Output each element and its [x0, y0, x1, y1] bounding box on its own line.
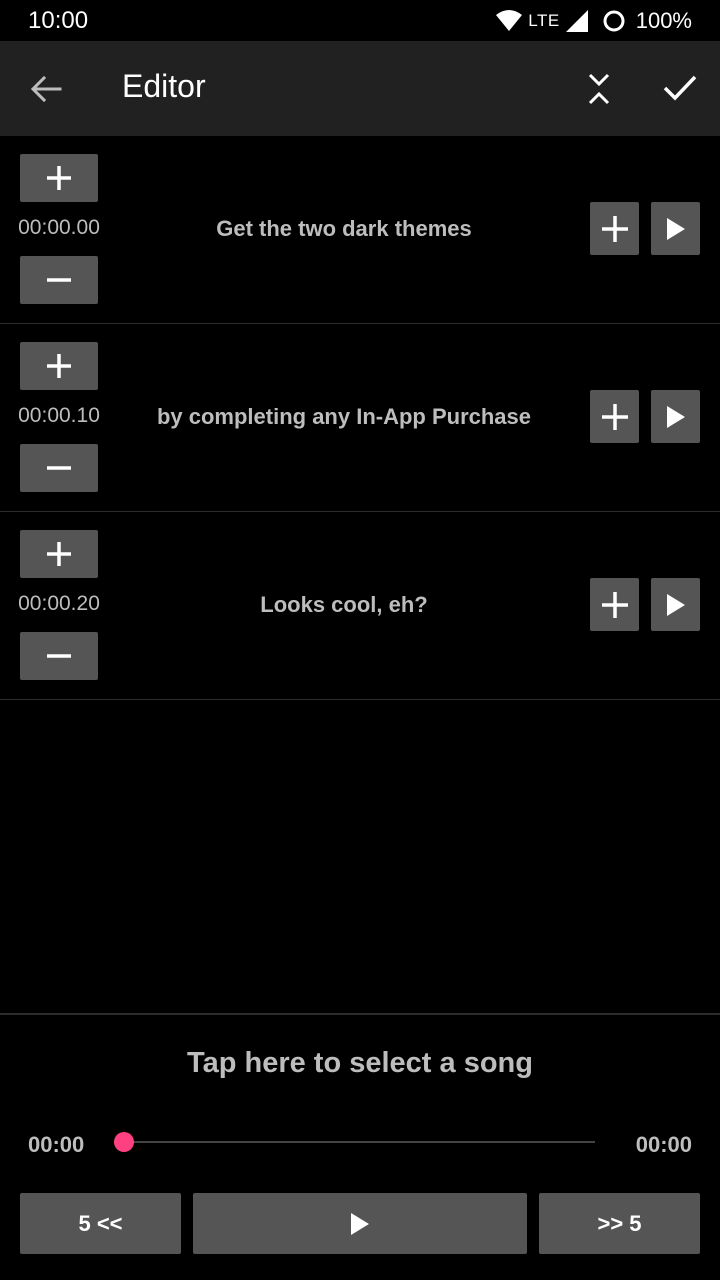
play-line-button[interactable] — [651, 390, 700, 443]
minus-icon — [47, 654, 71, 658]
select-song-button[interactable]: Tap here to select a song — [0, 1047, 720, 1080]
increase-time-button[interactable] — [20, 342, 98, 390]
minus-icon — [47, 278, 71, 282]
minus-icon — [47, 466, 71, 470]
done-button[interactable] — [662, 73, 698, 103]
play-icon — [666, 405, 685, 428]
plus-icon — [47, 166, 71, 190]
increase-time-button[interactable] — [20, 530, 98, 578]
collapse-icon — [588, 73, 610, 105]
lyric-row: 00:00.20 Looks cool, eh? — [0, 512, 720, 700]
status-time: 10:00 — [28, 6, 89, 34]
lyric-time: 00:00.00 — [18, 216, 100, 239]
play-button[interactable] — [193, 1193, 527, 1254]
plus-icon — [601, 591, 628, 618]
decrease-time-button[interactable] — [20, 444, 98, 492]
app-bar: Editor — [0, 41, 720, 136]
add-line-button[interactable] — [590, 202, 639, 255]
play-icon — [666, 593, 685, 616]
add-line-button[interactable] — [590, 390, 639, 443]
page-title: Editor — [122, 68, 206, 104]
battery-ring-icon — [603, 10, 625, 31]
total-time: 00:00 — [635, 1132, 692, 1157]
rewind-5-button[interactable]: 5 << — [20, 1193, 181, 1254]
play-line-button[interactable] — [651, 578, 700, 631]
decrease-time-button[interactable] — [20, 256, 98, 304]
battery-level: 100% — [635, 7, 692, 33]
back-button[interactable] — [28, 73, 64, 105]
increase-time-button[interactable] — [20, 154, 98, 202]
arrow-back-icon — [30, 75, 62, 103]
editor-screen: 10:00 LTE 100% Editor 00:00.00 Get the t… — [0, 0, 720, 1280]
lyric-row: 00:00.00 Get the two dark themes — [0, 136, 720, 324]
lyric-time: 00:00.10 — [18, 404, 100, 427]
current-time: 00:00 — [28, 1132, 85, 1157]
play-icon — [351, 1212, 369, 1235]
check-icon — [663, 75, 697, 101]
wifi-icon — [496, 9, 523, 31]
lyric-text[interactable]: Get the two dark themes — [118, 216, 570, 242]
lyric-list: 00:00.00 Get the two dark themes 00:00.1… — [0, 136, 720, 700]
seek-thumb[interactable] — [114, 1132, 134, 1152]
play-icon — [666, 217, 685, 240]
lyric-text[interactable]: by completing any In-App Purchase — [118, 404, 570, 430]
lyric-text[interactable]: Looks cool, eh? — [118, 592, 570, 618]
play-line-button[interactable] — [651, 202, 700, 255]
plus-icon — [601, 215, 628, 242]
collapse-button[interactable] — [584, 71, 614, 107]
forward-5-button[interactable]: >> 5 — [539, 1193, 700, 1254]
status-bar: 10:00 LTE 100% — [0, 0, 720, 41]
plus-icon — [47, 354, 71, 378]
plus-icon — [601, 403, 628, 430]
seek-bar[interactable] — [124, 1141, 595, 1143]
plus-icon — [47, 542, 71, 566]
signal-icon — [565, 9, 588, 32]
lyric-row: 00:00.10 by completing any In-App Purcha… — [0, 324, 720, 512]
network-type: LTE — [528, 10, 560, 30]
add-line-button[interactable] — [590, 578, 639, 631]
decrease-time-button[interactable] — [20, 632, 98, 680]
player-panel: Tap here to select a song 00:00 00:00 5 … — [0, 1013, 720, 1280]
lyric-time: 00:00.20 — [18, 592, 100, 615]
status-icons: LTE 100% — [496, 8, 692, 34]
